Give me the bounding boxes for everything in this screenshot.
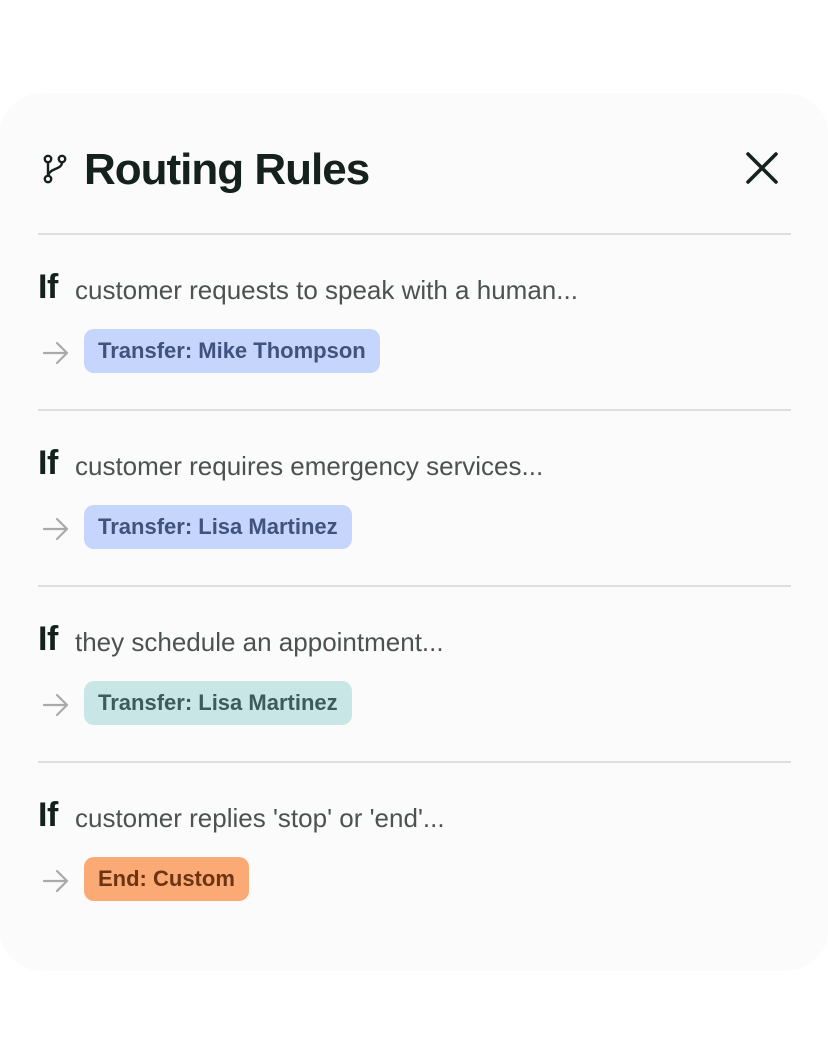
rule-condition: customer requests to speak with a human.… (75, 275, 578, 305)
rule-list: If customer requests to speak with a hum… (38, 233, 791, 937)
rule-condition: they schedule an appointment... (75, 627, 444, 657)
rule-item[interactable]: If they schedule an appointment... Trans… (38, 585, 791, 761)
panel-header: Routing Rules (0, 94, 828, 234)
rule-action-badge[interactable]: Transfer: Lisa Martinez (84, 681, 352, 725)
branch-icon (40, 152, 70, 186)
rule-action-badge[interactable]: End: Custom (84, 857, 249, 901)
rule-action-badge[interactable]: Transfer: Mike Thompson (84, 329, 380, 373)
rule-item[interactable]: If customer requests to speak with a hum… (38, 233, 791, 409)
arrow-right-icon (42, 867, 70, 895)
arrow-right-icon (42, 515, 70, 543)
rule-condition: customer replies 'stop' or 'end'... (75, 803, 445, 833)
rule-if-keyword: If (38, 444, 58, 482)
rule-item[interactable]: If customer replies 'stop' or 'end'... E… (38, 761, 791, 937)
rule-condition: customer requires emergency services... (75, 451, 544, 481)
routing-rules-panel: Routing Rules If customer requests to sp… (0, 94, 828, 970)
rule-item[interactable]: If customer requires emergency services.… (38, 409, 791, 585)
arrow-right-icon (42, 339, 70, 367)
arrow-right-icon (42, 691, 70, 719)
rule-if-keyword: If (38, 620, 58, 658)
close-icon (745, 151, 779, 190)
close-button[interactable] (738, 146, 786, 194)
rule-if-keyword: If (38, 268, 58, 306)
panel-title: Routing Rules (84, 145, 370, 194)
rule-action-badge[interactable]: Transfer: Lisa Martinez (84, 505, 352, 549)
rule-if-keyword: If (38, 796, 58, 834)
